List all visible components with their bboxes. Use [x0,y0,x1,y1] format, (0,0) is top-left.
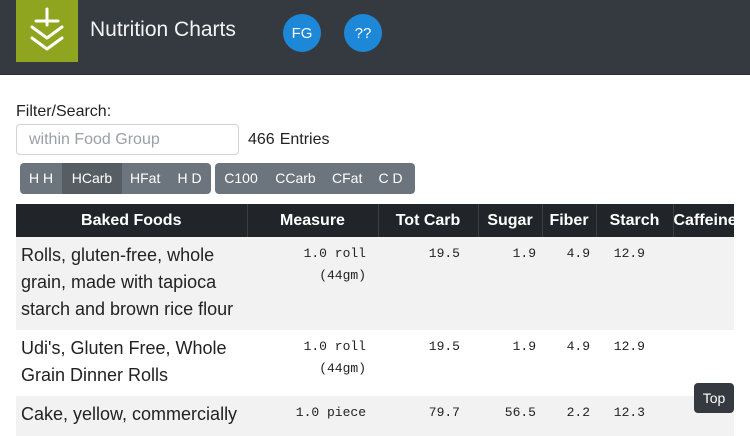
entry-count: 466 Entries [248,131,330,149]
tot-carb-value: 19.5 [428,246,460,261]
entry-count-label: Entries [279,131,330,148]
measure-quantity: 1.0 piece [295,405,366,420]
column-header-measure[interactable]: Measure [247,204,379,237]
food-name: Udi's, Gluten Free, Whole Grain Dinner R… [21,338,227,385]
column-header-fiber[interactable]: Fiber [542,204,597,237]
food-name: Cake, yellow, commercially [21,404,238,424]
measure-quantity: 1.0 roll [303,246,366,261]
starch-value: 12.9 [613,339,645,354]
search-input[interactable] [16,124,239,155]
measure-cell: 1.0 piece [247,396,378,436]
table-row[interactable]: Udi's, Gluten Free, Whole Grain Dinner R… [16,330,734,396]
app-title: Nutrition Charts [90,18,236,41]
measure-quantity: 1.0 roll [303,339,366,354]
sort-hcarb-button[interactable]: HCarb [62,163,122,194]
entry-count-number: 466 [248,131,275,148]
table-header-row: Baked Foods Measure Tot Carb Sugar Fiber… [16,204,737,237]
sugar-value: 1.9 [512,339,536,354]
sort-hfat-button[interactable]: HFat [122,163,168,194]
top-navbar: Nutrition Charts FG ?? [0,0,750,75]
sort-ccarb-button[interactable]: CCarb [267,163,324,194]
sort-group-calorie: C100 CCarb CFat C D [215,163,415,194]
caffeine-value [673,237,734,330]
column-header-caffeine[interactable]: Caffeine [673,204,737,237]
help-button[interactable]: ?? [344,14,382,52]
sort-c100-button[interactable]: C100 [215,163,267,194]
fiber-value: 4.9 [566,246,590,261]
sort-cd-button[interactable]: C D [366,163,415,194]
tot-carb-value: 19.5 [428,339,460,354]
filter-label: Filter/Search: [16,103,112,120]
nutrition-table: Baked Foods Measure Tot Carb Sugar Fiber… [16,204,737,436]
sort-hh-button[interactable]: H H [20,163,62,194]
measure-unit: (44gm) [319,268,366,283]
food-group-button[interactable]: FG [283,14,321,52]
sort-group-high: H H HCarb HFat H D [20,163,211,194]
scroll-top-button[interactable]: Top [694,383,734,413]
table-row[interactable]: Rolls, gluten-free, whole grain, made wi… [16,237,734,330]
table-row[interactable]: Cake, yellow, commercially 1.0 piece 79.… [16,396,734,436]
column-header-sugar[interactable]: Sugar [478,204,543,237]
sugar-value: 1.9 [512,246,536,261]
measure-cell: 1.0 roll (44gm) [247,330,378,396]
measure-unit: (44gm) [319,361,366,376]
download-chevrons-icon[interactable] [16,0,78,62]
column-header-starch[interactable]: Starch [596,204,674,237]
column-header-tot-carb[interactable]: Tot Carb [378,204,479,237]
sort-cfat-button[interactable]: CFat [324,163,366,194]
sort-hd-button[interactable]: H D [168,163,211,194]
column-header-food[interactable]: Baked Foods [16,204,248,237]
starch-value: 12.9 [613,246,645,261]
fiber-value: 4.9 [566,339,590,354]
sugar-value: 56.5 [504,405,536,420]
food-name: Rolls, gluten-free, whole grain, made wi… [21,245,234,319]
measure-cell: 1.0 roll (44gm) [247,237,378,330]
fiber-value: 2.2 [566,405,590,420]
tot-carb-value: 79.7 [428,405,460,420]
starch-value: 12.3 [613,405,645,420]
